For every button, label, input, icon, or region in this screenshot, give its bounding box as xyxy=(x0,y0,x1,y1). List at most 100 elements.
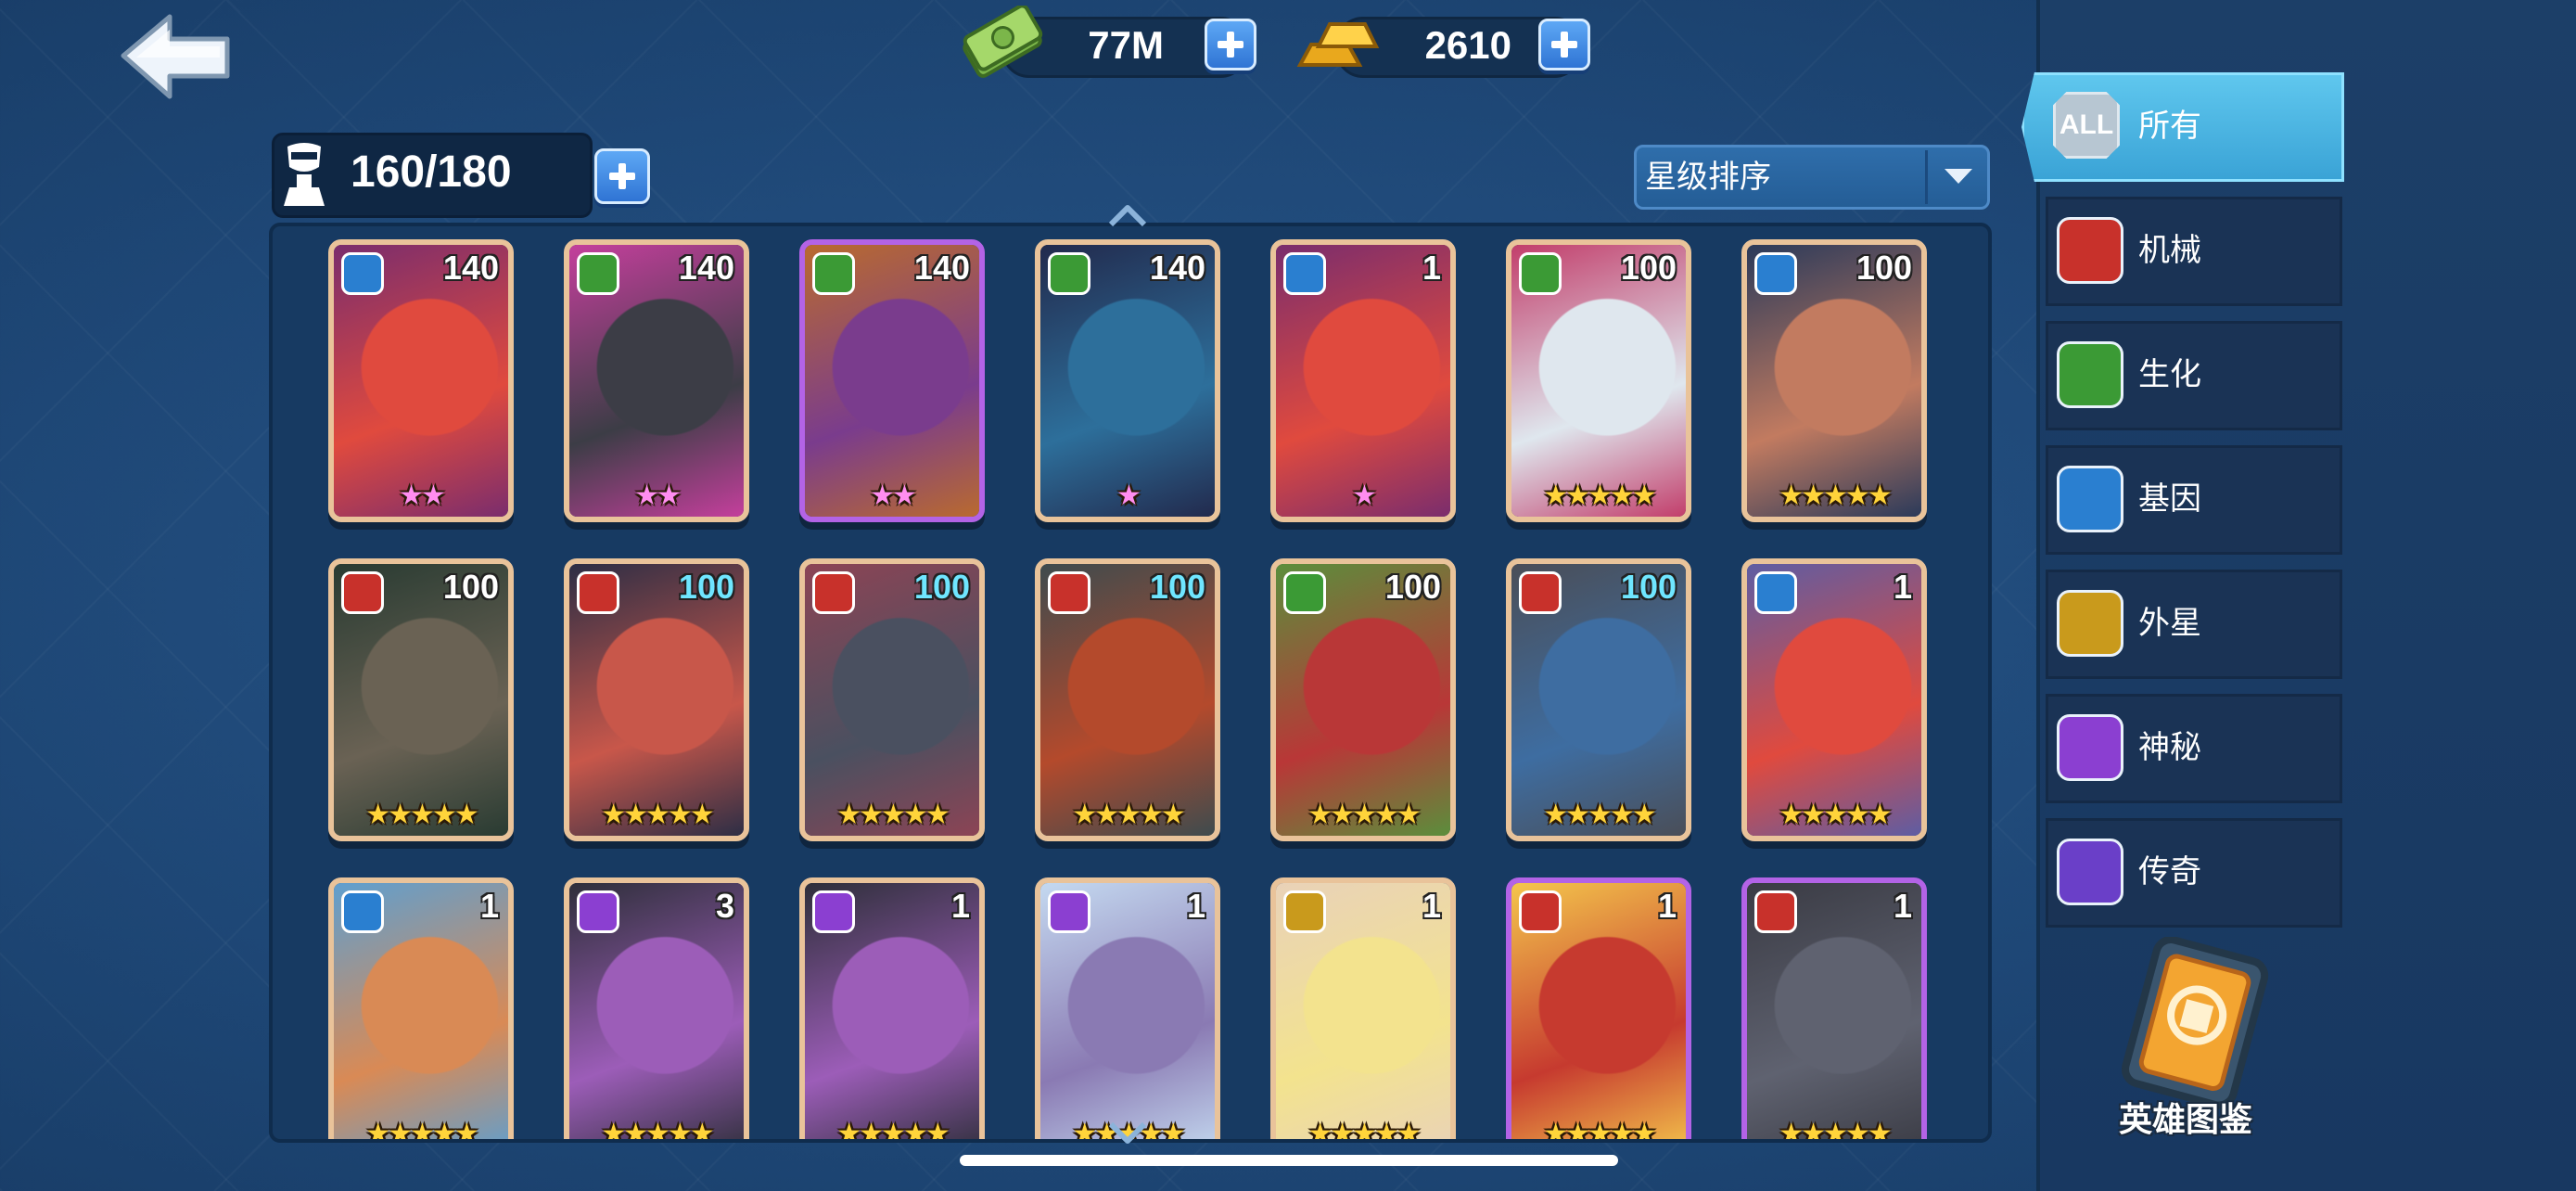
hero-card[interactable]: 1 ★★★★★ xyxy=(328,877,514,1139)
hero-card[interactable]: 1 ★★★★★ xyxy=(1741,558,1927,841)
dna-icon xyxy=(2057,466,2123,532)
hero-grid-panel[interactable]: 140 ★★ 140 ★★ 140 ★★ 140 ★ 1 ★ 100 ★★★★★ 100 ★★★★★ 100… xyxy=(269,223,1992,1143)
expand-capacity-button[interactable] xyxy=(594,148,650,204)
hero-card[interactable]: 140 ★ xyxy=(1035,239,1220,522)
hero-level: 1 xyxy=(1422,249,1441,287)
wrench-gear-icon xyxy=(577,571,619,614)
wrench-gear-icon xyxy=(1519,571,1562,614)
hero-card[interactable]: 100 ★★★★★ xyxy=(564,558,749,841)
hero-card[interactable]: 140 ★★ xyxy=(328,239,514,522)
hero-stars: ★★★★★ xyxy=(1779,1118,1892,1143)
alien-icon xyxy=(1283,890,1326,933)
hero-stars: ★★★★★ xyxy=(1307,799,1421,831)
question-icon xyxy=(1048,890,1090,933)
tab-gene-label: 基因 xyxy=(2138,480,2201,518)
flask-icon xyxy=(1048,252,1090,295)
hero-level: 1 xyxy=(1657,887,1677,925)
hero-stars: ★ xyxy=(1352,480,1377,512)
chevron-down-icon[interactable] xyxy=(1945,169,1972,184)
dna-icon xyxy=(341,252,384,295)
hero-level: 140 xyxy=(442,249,499,287)
dna-icon xyxy=(341,890,384,933)
hero-level: 100 xyxy=(678,568,734,606)
hero-level: 100 xyxy=(913,568,970,606)
dna-icon xyxy=(1754,571,1797,614)
wrench-gear-icon xyxy=(1519,890,1562,933)
hero-stars: ★★★★★ xyxy=(1072,799,1185,831)
gold-bars-icon xyxy=(1296,22,1380,67)
tab-legend-label: 传奇 xyxy=(2138,853,2201,890)
hero-stars: ★★★★★ xyxy=(365,799,478,831)
flask-icon xyxy=(1519,252,1562,295)
hero-card[interactable]: 140 ★★ xyxy=(799,239,985,522)
scroll-down-icon[interactable] xyxy=(1105,1121,1150,1148)
hero-card[interactable]: 100 ★★★★★ xyxy=(799,558,985,841)
hero-card[interactable]: 100 ★★★★★ xyxy=(1506,558,1691,841)
hero-stars: ★★ xyxy=(399,480,446,512)
hero-bust-icon xyxy=(284,143,325,206)
hero-level: 100 xyxy=(1149,568,1205,606)
wrench-gear-icon xyxy=(341,571,384,614)
hero-stars: ★★★★★ xyxy=(1779,799,1892,831)
hero-capacity-value: 160/180 xyxy=(351,147,512,197)
flask-icon xyxy=(1283,571,1326,614)
hero-level: 100 xyxy=(1620,249,1677,287)
flask-icon xyxy=(2057,341,2123,408)
hero-stars: ★★★★★ xyxy=(836,799,950,831)
wrench-gear-icon xyxy=(1048,571,1090,614)
hero-level: 100 xyxy=(442,568,499,606)
wrench-gear-icon xyxy=(2057,217,2123,284)
question-icon xyxy=(577,890,619,933)
hero-card[interactable]: 1 ★★★★★ xyxy=(799,877,985,1143)
hero-level: 1 xyxy=(1186,887,1205,925)
hero-level: 100 xyxy=(1855,249,1912,287)
hero-stars: ★★ xyxy=(634,480,682,512)
hero-stars: ★★★★★ xyxy=(1779,480,1892,512)
hero-level: 1 xyxy=(1893,887,1912,925)
all-icon: ALL xyxy=(2053,92,2120,159)
back-arrow-icon[interactable] xyxy=(116,9,236,102)
hero-card[interactable]: 3 ★★★★★ xyxy=(564,877,749,1139)
hero-level: 140 xyxy=(1149,249,1205,287)
hero-card[interactable]: 1 ★★★★★ xyxy=(1270,877,1456,1139)
hero-card[interactable]: 1 ★ xyxy=(1270,239,1456,522)
tab-all-label: 所有 xyxy=(2138,108,2201,145)
question-icon xyxy=(812,890,855,933)
wrench-gear-icon xyxy=(812,571,855,614)
alien-icon xyxy=(2057,590,2123,657)
add-gold-button[interactable] xyxy=(1538,19,1590,70)
tab-mech-label: 机械 xyxy=(2138,232,2201,269)
hero-card[interactable]: 100 ★★★★★ xyxy=(328,558,514,841)
hero-card[interactable]: 100 ★★★★★ xyxy=(1506,239,1691,522)
sort-divider xyxy=(1925,150,1928,204)
cash-stack-icon xyxy=(963,6,1043,78)
hero-codex-label: 英雄图鉴 xyxy=(2119,1101,2253,1139)
flask-icon xyxy=(577,252,619,295)
hero-card[interactable]: 1 ★★★★★ xyxy=(1741,877,1927,1143)
scroll-up-icon[interactable] xyxy=(1105,200,1150,228)
question-icon xyxy=(2057,714,2123,781)
hero-card[interactable]: 100 ★★★★★ xyxy=(1270,558,1456,841)
hero-stars: ★★★★★ xyxy=(1543,480,1656,512)
hero-stars: ★ xyxy=(1116,480,1141,512)
hero-stars: ★★★★★ xyxy=(1543,1118,1656,1143)
hero-card[interactable]: 140 ★★ xyxy=(564,239,749,522)
hero-level: 1 xyxy=(950,887,970,925)
add-cash-button[interactable] xyxy=(1205,19,1256,70)
hero-card[interactable]: 1 ★★★★★ xyxy=(1506,877,1691,1143)
wrench-gear-icon xyxy=(1754,890,1797,933)
hero-level: 140 xyxy=(913,249,970,287)
hero-level: 1 xyxy=(479,887,499,925)
tab-alien-label: 外星 xyxy=(2138,605,2201,642)
dna-icon xyxy=(1754,252,1797,295)
tab-mystic-label: 神秘 xyxy=(2138,729,2201,766)
hero-card[interactable]: 100 ★★★★★ xyxy=(1741,239,1927,522)
hero-card[interactable]: 100 ★★★★★ xyxy=(1035,558,1220,841)
hero-card[interactable]: 1 ★★★★★ xyxy=(1035,877,1220,1139)
hero-stars: ★★★★★ xyxy=(836,1118,950,1143)
hero-stars: ★★★★★ xyxy=(1543,799,1656,831)
hero-level: 100 xyxy=(1384,568,1441,606)
legend-emblem-icon xyxy=(2057,839,2123,905)
gold-amount: 2610 xyxy=(1424,23,1511,67)
cash-amount: 77M xyxy=(1088,23,1164,67)
